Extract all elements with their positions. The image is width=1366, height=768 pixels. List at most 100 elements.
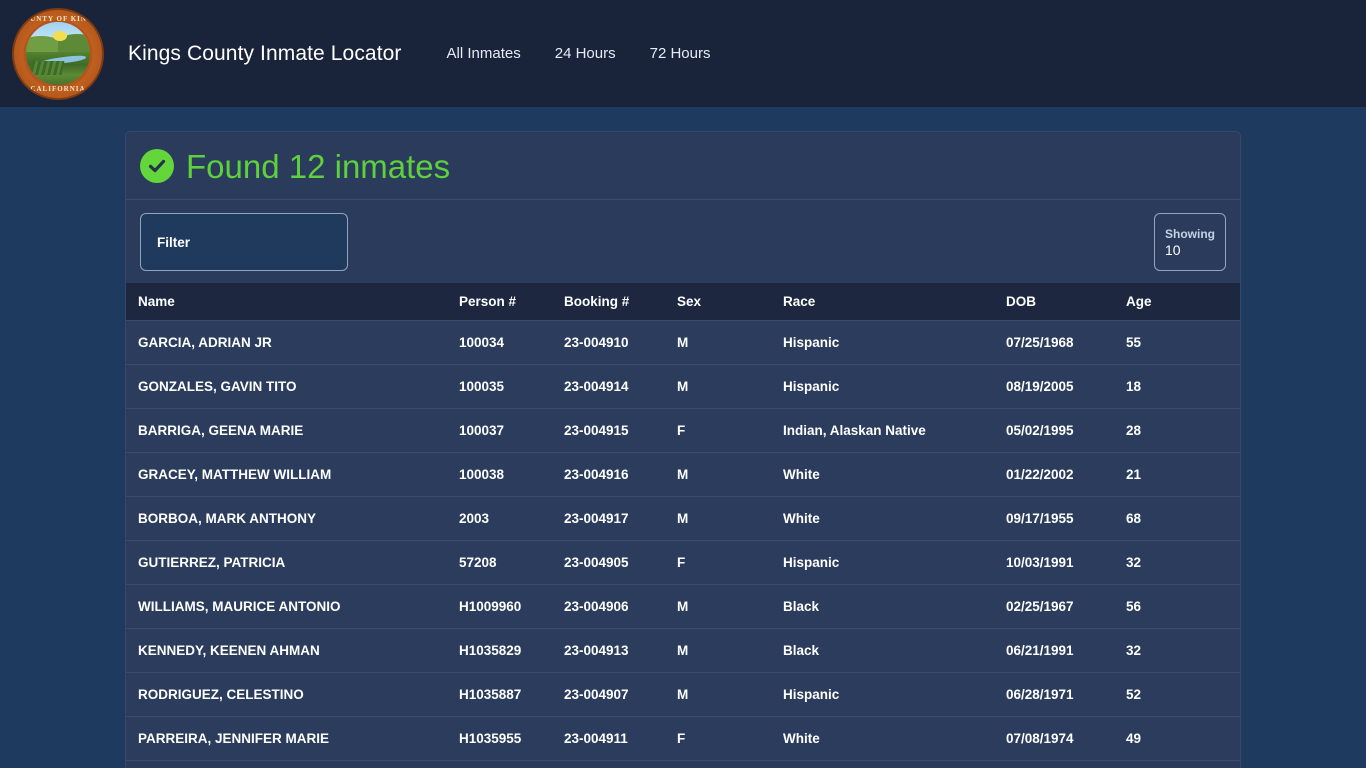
table-row[interactable]: PARREIRA, JENNIFER MARIE H1035955 23-00491…	[126, 716, 1240, 761]
results-card-header: Found 12 inmates	[126, 132, 1240, 200]
cell-race: Indian, Alaskan Native	[783, 408, 1006, 453]
showing-select[interactable]: Showing 10	[1154, 213, 1226, 271]
cell-booking: 23-004914	[564, 364, 677, 409]
brand-title[interactable]: Kings County Inmate Locator	[128, 42, 402, 66]
kings-county-seal-icon[interactable]: COUNTY OF KINGS CALIFORNIA	[12, 7, 104, 100]
pagination-wrap: ‹ 1 2 ›	[126, 761, 1240, 768]
cell-person: H1035829	[459, 628, 564, 673]
table-row[interactable]: BARRIGA, GEENA MARIE 100037 23-004915 F Indi…	[126, 408, 1240, 453]
cell-person: 100038	[459, 452, 564, 497]
check-circle-icon	[140, 149, 174, 183]
table-row[interactable]: GUTIERREZ, PATRICIA 57208 23-004905 F Hispan…	[126, 540, 1240, 585]
cell-sex: M	[677, 584, 783, 629]
cell-age: 56	[1126, 584, 1240, 629]
table-row[interactable]: WILLIAMS, MAURICE ANTONIO H1009960 23-0049…	[126, 584, 1240, 629]
seal-text: COUNTY OF KINGS CALIFORNIA	[14, 10, 102, 98]
cell-dob: 02/25/1967	[1006, 584, 1126, 629]
cell-sex: M	[677, 452, 783, 497]
table-controls-row: Filter Showing 10	[126, 200, 1240, 283]
nav-link-all-inmates[interactable]: All Inmates	[430, 37, 538, 70]
cell-person: 100034	[459, 320, 564, 365]
cell-booking: 23-004916	[564, 452, 677, 497]
cell-name: GUTIERREZ, PATRICIA	[126, 540, 459, 585]
cell-age: 68	[1126, 496, 1240, 541]
showing-label: Showing	[1165, 226, 1215, 241]
cell-sex: M	[677, 320, 783, 365]
cell-name: BORBOA, MARK ANTHONY	[126, 496, 459, 541]
cell-sex: F	[677, 716, 783, 761]
cell-booking: 23-004906	[564, 584, 677, 629]
nav-link-24-hours[interactable]: 24 Hours	[538, 37, 633, 70]
cell-dob: 05/02/1995	[1006, 408, 1126, 453]
cell-person: 2003	[459, 496, 564, 541]
table-row[interactable]: GONZALES, GAVIN TITO 100035 23-004914 M Hisp…	[126, 364, 1240, 409]
cell-dob: 06/21/1991	[1006, 628, 1126, 673]
cell-sex: F	[677, 408, 783, 453]
seal-top-text: COUNTY OF KINGS	[17, 14, 99, 23]
cell-age: 49	[1126, 716, 1240, 761]
seal-bottom-text: CALIFORNIA	[30, 84, 86, 93]
column-header-name[interactable]: Name	[126, 283, 459, 321]
cell-name: GRACEY, MATTHEW WILLIAM	[126, 452, 459, 497]
cell-age: 32	[1126, 628, 1240, 673]
cell-race: Hispanic	[783, 364, 1006, 409]
cell-age: 18	[1126, 364, 1240, 409]
cell-booking: 23-004905	[564, 540, 677, 585]
filter-input[interactable]: Filter	[140, 213, 348, 271]
cell-person: H1009960	[459, 584, 564, 629]
cell-name: GONZALES, GAVIN TITO	[126, 364, 459, 409]
column-header-sex[interactable]: Sex	[677, 283, 783, 321]
table-header-row: Name Person # Booking # Sex Race DOB Age	[126, 283, 1240, 321]
cell-person: H1035955	[459, 716, 564, 761]
cell-dob: 06/28/1971	[1006, 672, 1126, 717]
cell-race: Black	[783, 584, 1006, 629]
cell-person: 100037	[459, 408, 564, 453]
cell-booking: 23-004917	[564, 496, 677, 541]
column-header-dob[interactable]: DOB	[1006, 283, 1126, 321]
inmates-table: Name Person # Booking # Sex Race DOB Age…	[126, 283, 1240, 761]
cell-name: KENNEDY, KEENEN AHMAN	[126, 628, 459, 673]
cell-age: 21	[1126, 452, 1240, 497]
page-content: Found 12 inmates Filter Showing 10 Name …	[0, 107, 1366, 768]
cell-age: 32	[1126, 540, 1240, 585]
cell-sex: M	[677, 672, 783, 717]
cell-person: 57208	[459, 540, 564, 585]
cell-race: Hispanic	[783, 672, 1006, 717]
table-row[interactable]: BORBOA, MARK ANTHONY 2003 23-004917 M White 0…	[126, 496, 1240, 541]
cell-name: WILLIAMS, MAURICE ANTONIO	[126, 584, 459, 629]
cell-name: RODRIGUEZ, CELESTINO	[126, 672, 459, 717]
table-row[interactable]: GRACEY, MATTHEW WILLIAM 100038 23-004916 M W…	[126, 452, 1240, 497]
cell-name: BARRIGA, GEENA MARIE	[126, 408, 459, 453]
table-row[interactable]: GARCIA, ADRIAN JR 100034 23-004910 M Hispani…	[126, 320, 1240, 365]
column-header-race[interactable]: Race	[783, 283, 1006, 321]
cell-race: White	[783, 452, 1006, 497]
cell-booking: 23-004913	[564, 628, 677, 673]
cell-dob: 08/19/2005	[1006, 364, 1126, 409]
nav-link-72-hours[interactable]: 72 Hours	[633, 37, 728, 70]
cell-race: White	[783, 496, 1006, 541]
results-card: Found 12 inmates Filter Showing 10 Name …	[125, 131, 1241, 768]
cell-sex: F	[677, 540, 783, 585]
column-header-person[interactable]: Person #	[459, 283, 564, 321]
table-head: Name Person # Booking # Sex Race DOB Age	[126, 283, 1240, 321]
cell-booking: 23-004915	[564, 408, 677, 453]
cell-dob: 09/17/1955	[1006, 496, 1126, 541]
column-header-booking[interactable]: Booking #	[564, 283, 677, 321]
table-body: GARCIA, ADRIAN JR 100034 23-004910 M Hispani…	[126, 320, 1240, 761]
cell-age: 55	[1126, 320, 1240, 365]
cell-person: 100035	[459, 364, 564, 409]
cell-race: Hispanic	[783, 320, 1006, 365]
cell-dob: 10/03/1991	[1006, 540, 1126, 585]
cell-dob: 07/08/1974	[1006, 716, 1126, 761]
top-navbar: COUNTY OF KINGS CALIFORNIA Kings County …	[0, 0, 1366, 107]
column-header-age[interactable]: Age	[1126, 283, 1240, 321]
cell-sex: M	[677, 628, 783, 673]
cell-race: White	[783, 716, 1006, 761]
cell-booking: 23-004907	[564, 672, 677, 717]
table-row[interactable]: KENNEDY, KEENEN AHMAN H1035829 23-004913 M B…	[126, 628, 1240, 673]
showing-value: 10	[1165, 241, 1181, 258]
found-status-line: Found 12 inmates	[140, 149, 1226, 183]
table-row[interactable]: RODRIGUEZ, CELESTINO H1035887 23-004907 M Hi…	[126, 672, 1240, 717]
cell-age: 52	[1126, 672, 1240, 717]
cell-race: Black	[783, 628, 1006, 673]
